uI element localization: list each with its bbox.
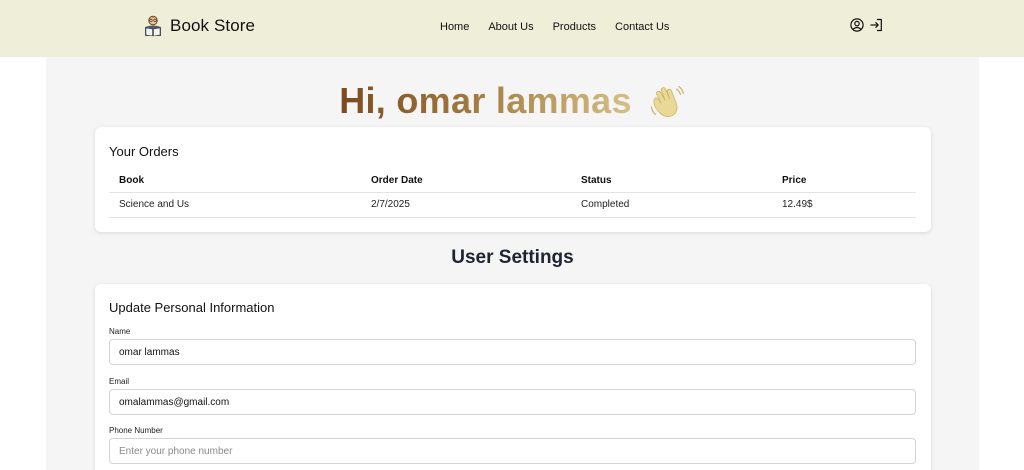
status-badge: Completed — [571, 192, 772, 218]
phone-label: Phone Number — [109, 426, 163, 435]
navbar: Book Store Home About Us Products Contac… — [0, 0, 1024, 57]
personal-info-title: Update Personal Information — [109, 300, 275, 315]
orders-title: Your Orders — [109, 144, 179, 159]
reader-icon — [145, 15, 161, 37]
nav-about-link[interactable]: About Us — [488, 21, 533, 33]
greeting: Hi, omar lammas — [46, 81, 979, 121]
order-price: 12.49$ — [772, 192, 916, 218]
name-input[interactable] — [109, 339, 916, 365]
brand-name: Book Store — [170, 16, 256, 35]
email-input[interactable] — [109, 389, 916, 415]
table-row: Science and Us 2/7/2025 Completed 12.49$ — [109, 192, 916, 218]
column-header-book: Book — [109, 170, 361, 193]
main-content: Hi, omar lammas Your Orders Book Order D… — [46, 57, 979, 470]
orders-table: Book Order Date Status Price Science and… — [109, 170, 916, 218]
sign-in-icon[interactable] — [869, 18, 883, 32]
nav-contact-link[interactable]: Contact Us — [615, 21, 669, 33]
order-date: 2/7/2025 — [361, 192, 571, 218]
nav-icons — [850, 18, 888, 32]
column-header-order-date: Order Date — [361, 170, 571, 193]
column-header-price: Price — [772, 170, 916, 193]
order-book: Science and Us — [109, 192, 361, 218]
column-header-status: Status — [571, 170, 772, 193]
nav-home-link[interactable]: Home — [440, 21, 469, 33]
orders-header-row: Book Order Date Status Price — [109, 170, 916, 193]
email-label: Email — [109, 377, 130, 386]
nav-products-link[interactable]: Products — [553, 21, 596, 33]
waving-hand-icon — [650, 85, 684, 118]
brand[interactable]: Book Store — [143, 15, 255, 37]
name-label: Name — [109, 327, 131, 336]
nav-links: Home About Us Products Contact Us — [440, 21, 669, 33]
orders-card: Your Orders Book Order Date Status Price… — [95, 127, 931, 232]
phone-input[interactable] — [109, 438, 916, 464]
settings-heading: User Settings — [451, 247, 574, 268]
personal-info-card: Update Personal Information Name Email P… — [95, 284, 931, 470]
user-circle-icon[interactable] — [850, 18, 864, 32]
greeting-text: Hi, omar lammas — [339, 80, 632, 121]
